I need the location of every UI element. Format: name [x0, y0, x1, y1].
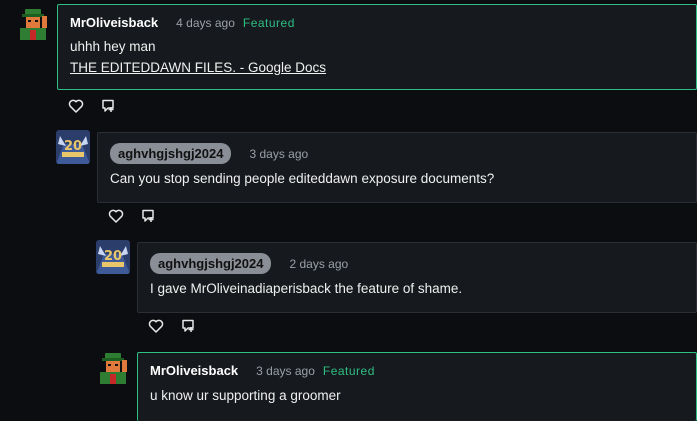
comment-text: u know ur supporting a groomer — [150, 388, 341, 403]
comment-4: MrOliveisback 3 days ago Featured u know… — [0, 0, 697, 421]
comment-card: MrOliveisback 3 days ago Featured u know… — [137, 352, 697, 421]
soldier-avatar-icon — [96, 350, 130, 384]
timestamp: 3 days ago — [256, 363, 315, 378]
author-name[interactable]: MrOliveisback — [150, 363, 238, 378]
avatar-soldier[interactable] — [96, 350, 130, 384]
featured-badge: Featured — [322, 363, 375, 378]
